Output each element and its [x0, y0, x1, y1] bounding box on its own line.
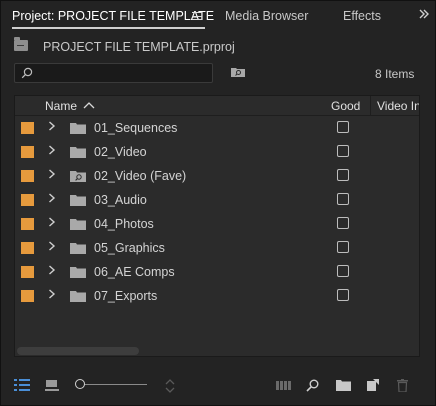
new-search-bin-icon[interactable]	[230, 66, 246, 78]
folder-icon	[70, 194, 86, 206]
sort-icon[interactable]	[165, 379, 175, 393]
column-header-video-in[interactable]: Video In	[377, 99, 419, 113]
item-name: 02_Video (Fave)	[94, 169, 187, 183]
trash-icon[interactable]	[397, 379, 408, 392]
project-bin-icon	[14, 37, 28, 51]
zoom-slider-track[interactable]	[81, 384, 147, 385]
disclosure-chevron-icon[interactable]	[48, 120, 58, 134]
folder-icon	[70, 218, 86, 230]
item-name: 02_Video	[94, 145, 147, 159]
folder-icon	[70, 146, 86, 158]
new-bin-icon[interactable]	[336, 379, 351, 391]
label-color-swatch[interactable]	[21, 266, 34, 278]
automate-to-sequence-icon[interactable]	[276, 379, 291, 391]
project-header: PROJECT FILE TEMPLATE.prproj	[1, 31, 435, 59]
disclosure-chevron-icon[interactable]	[48, 240, 58, 254]
tab-overflow-icon[interactable]	[418, 8, 432, 22]
search-bin-icon	[70, 170, 86, 182]
disclosure-chevron-icon[interactable]	[48, 144, 58, 158]
good-checkbox[interactable]	[337, 169, 349, 181]
column-divider[interactable]	[370, 96, 371, 116]
find-icon[interactable]	[306, 379, 319, 392]
tab-bar: Project: PROJECT FILE TEMPLATE Media Bro…	[1, 1, 435, 31]
folder-icon	[70, 266, 86, 278]
new-item-icon[interactable]	[367, 379, 379, 391]
column-header-good[interactable]: Good	[331, 99, 360, 113]
zoom-slider-knob[interactable]	[75, 379, 85, 389]
list-item[interactable]: 04_Photos	[15, 212, 419, 236]
good-checkbox[interactable]	[337, 217, 349, 229]
project-item-list[interactable]: Name Good Video In 01_Sequences 02_Video 0…	[14, 95, 420, 357]
item-name: 04_Photos	[94, 217, 154, 231]
label-color-swatch[interactable]	[21, 218, 34, 230]
tab-project[interactable]: Project: PROJECT FILE TEMPLATE	[12, 9, 214, 23]
disclosure-chevron-icon[interactable]	[48, 216, 58, 230]
label-color-swatch[interactable]	[21, 170, 34, 182]
label-color-swatch[interactable]	[21, 194, 34, 206]
panel-menu-icon[interactable]	[192, 12, 202, 20]
folder-icon	[70, 122, 86, 134]
disclosure-chevron-icon[interactable]	[48, 264, 58, 278]
item-count: 8 Items	[375, 67, 415, 81]
list-view-icon[interactable]	[14, 379, 30, 391]
folder-icon	[70, 290, 86, 302]
list-item[interactable]: 07_Exports	[15, 284, 419, 308]
list-item[interactable]: 02_Video	[15, 140, 419, 164]
label-color-swatch[interactable]	[21, 146, 34, 158]
active-tab-underline	[12, 27, 205, 29]
label-color-swatch[interactable]	[21, 290, 34, 302]
item-name: 03_Audio	[94, 193, 147, 207]
disclosure-chevron-icon[interactable]	[48, 288, 58, 302]
column-header-name[interactable]: Name	[45, 99, 77, 113]
good-checkbox[interactable]	[337, 193, 349, 205]
item-name: 01_Sequences	[94, 121, 178, 135]
search-icon	[21, 67, 33, 79]
icon-view-icon[interactable]	[45, 379, 59, 391]
list-item[interactable]: 05_Graphics	[15, 236, 419, 260]
label-color-swatch[interactable]	[21, 242, 34, 254]
project-filename: PROJECT FILE TEMPLATE.prproj	[43, 40, 235, 54]
sort-ascending-icon[interactable]	[83, 100, 95, 110]
project-panel: Project: PROJECT FILE TEMPLATE Media Bro…	[0, 0, 436, 406]
list-item[interactable]: 03_Audio	[15, 188, 419, 212]
disclosure-chevron-icon[interactable]	[48, 168, 58, 182]
disclosure-chevron-icon[interactable]	[48, 192, 58, 206]
horizontal-scrollbar[interactable]	[17, 347, 139, 355]
list-item[interactable]: 01_Sequences	[15, 116, 419, 140]
good-checkbox[interactable]	[337, 265, 349, 277]
good-checkbox[interactable]	[337, 121, 349, 133]
list-item[interactable]: 06_AE Comps	[15, 260, 419, 284]
item-name: 06_AE Comps	[94, 265, 175, 279]
bottom-toolbar	[1, 365, 435, 405]
folder-icon	[70, 242, 86, 254]
good-checkbox[interactable]	[337, 145, 349, 157]
item-name: 07_Exports	[94, 289, 158, 303]
good-checkbox[interactable]	[337, 289, 349, 301]
list-item[interactable]: 02_Video (Fave)	[15, 164, 419, 188]
search-input[interactable]	[14, 63, 213, 83]
tab-media-browser[interactable]: Media Browser	[225, 9, 308, 23]
item-name: 05_Graphics	[94, 241, 165, 255]
list-header: Name Good Video In	[15, 96, 419, 116]
label-color-swatch[interactable]	[21, 122, 34, 134]
good-checkbox[interactable]	[337, 241, 349, 253]
tab-effects[interactable]: Effects	[343, 9, 381, 23]
